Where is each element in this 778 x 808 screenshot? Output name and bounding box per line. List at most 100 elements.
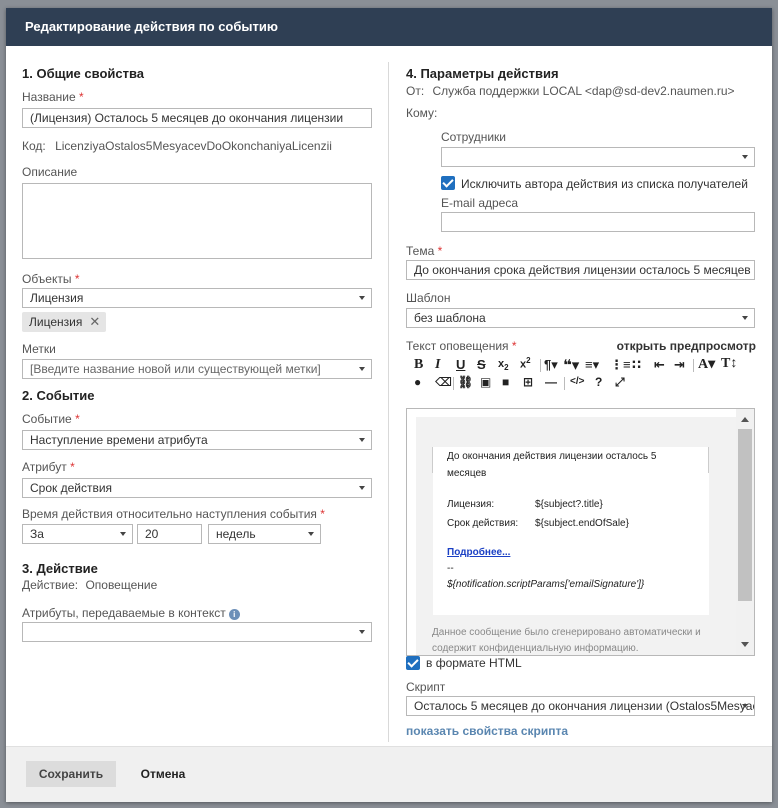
help-icon[interactable]: ? <box>595 375 602 389</box>
email-heading-line2: месяцев <box>447 468 487 479</box>
toolbar-separator <box>453 377 454 390</box>
font-size-icon[interactable]: T↕ <box>721 356 737 372</box>
align-icon[interactable]: ≡▾ <box>585 357 599 373</box>
blockquote-icon[interactable]: ❝▾ <box>563 356 579 374</box>
dialog-body: 1. Общие свойства Название * (Лицензия) … <box>6 46 772 746</box>
horizontal-rule-icon[interactable]: — <box>545 375 557 389</box>
save-button[interactable]: Сохранить <box>26 761 116 787</box>
email-preview-background: До окончания действия лицензии осталось … <box>416 417 743 655</box>
tags-label: Метки <box>22 342 56 356</box>
email-separator: -- <box>447 563 454 574</box>
template-select[interactable]: без шаблона <box>406 308 755 328</box>
section-event-title: 2. Событие <box>22 388 95 403</box>
toolbar-separator <box>540 359 541 372</box>
font-color-icon[interactable]: A▾ <box>698 356 715 373</box>
name-input[interactable]: (Лицензия) Осталось 5 месяцев до окончан… <box>22 108 372 128</box>
card-border-right <box>708 447 709 473</box>
unordered-list-icon[interactable]: ∷ <box>632 357 641 373</box>
email-input[interactable] <box>441 212 755 232</box>
section-action-title: 3. Действие <box>22 561 98 576</box>
objects-select[interactable]: Лицензия <box>22 288 372 308</box>
objects-label: Объекты * <box>22 272 80 286</box>
script-select[interactable]: Осталось 5 месяцев до окончания лицензии… <box>406 696 755 716</box>
employees-select[interactable] <box>441 147 755 167</box>
description-label: Описание <box>22 165 78 179</box>
context-attrs-label: Атрибуты, передаваемые в контекст i <box>22 606 240 620</box>
eraser-icon[interactable]: ⌫ <box>435 375 452 389</box>
html-format-checkbox[interactable] <box>406 656 420 670</box>
outdent-icon[interactable]: ⇤ <box>654 357 665 373</box>
rich-text-editor: B I U S x2 x2 ¶▾ ❝▾ ≡▾ ⋮≡ ∷ ⇤ ⇥ A▾ T↕ ● … <box>406 356 756 656</box>
email-row1-value: ${subject?.title} <box>535 499 603 510</box>
attribute-label: Атрибут * <box>22 460 75 474</box>
event-label: Событие * <box>22 412 80 426</box>
link-icon[interactable]: ⛓ <box>458 375 473 389</box>
code-row: Код: LicenziyaOstalos5MesyacevDoOkonchan… <box>22 139 332 153</box>
to-label: Кому: <box>406 106 438 120</box>
toolbar-separator <box>564 377 565 390</box>
objects-tag-label: Лицензия <box>29 315 83 329</box>
email-row1-label: Лицензия: <box>447 499 495 510</box>
subscript-icon[interactable]: x2 <box>498 358 509 372</box>
exclude-author-checkbox[interactable] <box>441 176 455 190</box>
italic-icon[interactable]: I <box>435 357 440 373</box>
text-label: Текст оповещения * <box>406 339 517 353</box>
email-more-link[interactable]: Подробнее... <box>447 547 510 558</box>
ordered-list-icon[interactable]: ⋮≡ <box>610 357 631 373</box>
close-icon[interactable]: ✕ <box>89 312 100 332</box>
image-icon[interactable]: ▣ <box>480 375 491 389</box>
objects-tag: Лицензия ✕ <box>22 312 107 332</box>
time-unit-select[interactable]: недель <box>208 524 321 544</box>
video-icon[interactable]: ■ <box>502 375 509 389</box>
dialog-footer: Сохранить Отмена <box>6 746 772 802</box>
description-textarea[interactable] <box>22 183 372 259</box>
from-row: От: Служба поддержки LOCAL <dap@sd-dev2.… <box>406 84 735 98</box>
fullscreen-icon[interactable]: ⤢ <box>615 375 625 390</box>
open-preview-link[interactable]: открыть предпросмотр <box>617 339 756 353</box>
event-select[interactable]: Наступление времени атрибута <box>22 430 372 450</box>
table-icon[interactable]: ⊞ <box>523 375 533 389</box>
time-direction-select[interactable]: За <box>22 524 133 544</box>
email-row2-label: Срок действия: <box>447 518 519 529</box>
section-params-title: 4. Параметры действия <box>406 66 559 81</box>
time-amount-input[interactable]: 20 <box>137 524 202 544</box>
cancel-button[interactable]: Отмена <box>131 761 195 787</box>
superscript-icon[interactable]: x2 <box>520 356 531 371</box>
action-value: Оповещение <box>85 578 158 592</box>
card-border-left <box>432 447 433 473</box>
fill-color-icon[interactable]: ● <box>414 375 421 389</box>
attribute-select[interactable]: Срок действия <box>22 478 372 498</box>
template-label: Шаблон <box>406 291 451 305</box>
column-divider <box>388 62 389 742</box>
subject-label: Тема * <box>406 244 443 258</box>
scrollbar-thumb[interactable] <box>738 429 752 601</box>
code-value: LicenziyaOstalos5MesyacevDoOkonchaniyaLi… <box>55 139 332 153</box>
strikethrough-icon[interactable]: S <box>477 357 486 372</box>
from-value: Служба поддержки LOCAL <dap@sd-dev2.naum… <box>432 84 735 98</box>
show-script-properties-link[interactable]: показать свойства скрипта <box>406 724 568 738</box>
editor-content[interactable]: До окончания действия лицензии осталось … <box>406 408 755 656</box>
underline-icon[interactable]: U <box>456 357 465 372</box>
indent-icon[interactable]: ⇥ <box>674 357 685 373</box>
editor-scrollbar[interactable] <box>736 409 754 655</box>
info-icon[interactable]: i <box>228 609 240 620</box>
email-card: До окончания действия лицензии осталось … <box>432 447 709 615</box>
subject-input[interactable]: До окончания срока действия лицензии ост… <box>406 260 755 280</box>
code-label: Код: <box>22 139 46 153</box>
html-format-label: в формате HTML <box>426 656 522 670</box>
email-label: E-mail адреса <box>441 196 519 210</box>
code-view-icon[interactable]: </> <box>570 376 584 387</box>
name-label: Название * <box>22 90 84 104</box>
section-general-title: 1. Общие свойства <box>22 66 145 81</box>
email-footer-line2: содержит конфиденциальную информацию. <box>432 643 639 654</box>
email-row2-value: ${subject.endOfSale} <box>535 518 629 529</box>
paragraph-icon[interactable]: ¶▾ <box>544 357 558 373</box>
bold-icon[interactable]: B <box>414 357 423 373</box>
scroll-down-icon[interactable] <box>741 642 749 647</box>
employees-label: Сотрудники <box>441 130 506 144</box>
tags-select[interactable]: [Введите название новой или существующей… <box>22 359 372 379</box>
edit-event-action-dialog: Редактирование действия по событию 1. Об… <box>6 8 772 802</box>
context-attrs-select[interactable] <box>22 622 372 642</box>
scroll-up-icon[interactable] <box>741 417 749 422</box>
email-footer-line1: Данное сообщение было сгенерировано авто… <box>432 627 701 638</box>
